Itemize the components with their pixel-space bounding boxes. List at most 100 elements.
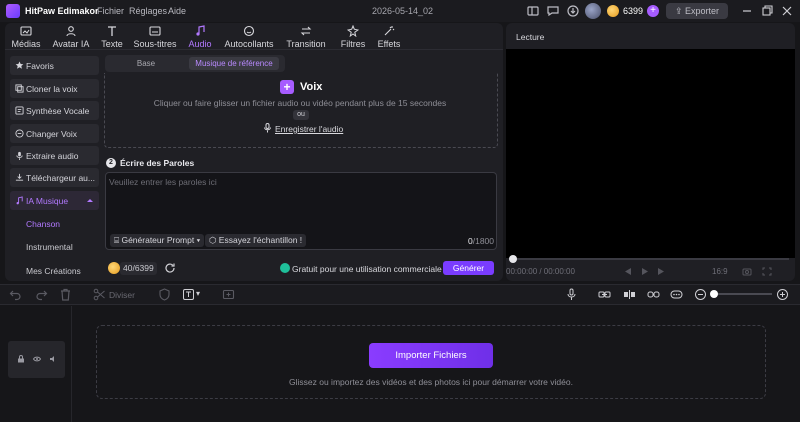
menu-aide[interactable]: Aide: [168, 6, 186, 16]
export-icon: ⇪: [674, 6, 686, 16]
commercial-check-icon: [280, 263, 290, 273]
aspect-ratio[interactable]: 16:9: [712, 267, 728, 276]
tab-filtres[interactable]: Filtres: [338, 23, 368, 50]
lyrics-title: Écrire des Paroles: [120, 158, 195, 168]
prev-frame-icon[interactable]: [622, 267, 632, 276]
export-button[interactable]: ⇪ Exporter: [666, 3, 728, 19]
sidebar-item-favoris[interactable]: Favoris: [10, 56, 99, 75]
sidebar-item-extraire-audio[interactable]: Extraire audio: [10, 146, 99, 165]
step-number: 2: [106, 158, 116, 168]
playback-time: 00:00:00 / 00:00:00: [506, 267, 575, 276]
close-icon[interactable]: [780, 4, 794, 18]
screenshot-icon[interactable]: [742, 267, 752, 276]
sidebar-item-cloner-voix[interactable]: Cloner la voix: [10, 79, 99, 98]
zoom-slider-knob[interactable]: [710, 290, 718, 298]
more-icon[interactable]: [670, 288, 683, 301]
link-icon[interactable]: [598, 288, 611, 301]
shield-icon[interactable]: [158, 288, 171, 301]
restore-icon[interactable]: [760, 4, 774, 18]
mode-segment: Base Musique de référence: [105, 55, 285, 72]
text-tool-dropdown[interactable]: ▾: [182, 288, 206, 301]
buy-credits-button[interactable]: +: [647, 5, 659, 17]
split-label[interactable]: Diviser: [109, 290, 135, 300]
feedback-icon[interactable]: [546, 4, 560, 18]
track-divider: [71, 306, 72, 422]
tab-avatar-ia[interactable]: Avatar IA: [51, 23, 91, 50]
microphone-icon: [264, 123, 271, 133]
preview-title: Lecture: [516, 32, 545, 42]
import-hint: Glissez ou importez des vidéos et des ph…: [289, 377, 573, 387]
playback-knob[interactable]: [509, 255, 517, 263]
chevron-down-icon: ▾: [196, 289, 201, 298]
clone-icon: [15, 84, 24, 93]
sidebar-item-changer-voix[interactable]: Changer Voix: [10, 124, 99, 143]
ai-music-icon: [16, 196, 23, 205]
tab-texte[interactable]: Texte: [98, 23, 126, 50]
sidebar-subitem-instrumental[interactable]: Instrumental: [26, 242, 73, 252]
tab-effets[interactable]: Effets: [375, 23, 403, 50]
zoom-in-icon[interactable]: [776, 288, 789, 301]
user-avatar[interactable]: [585, 3, 601, 19]
tab-medias[interactable]: Médias: [9, 23, 43, 50]
undo-icon[interactable]: [9, 288, 22, 301]
char-counter: 0/1800: [468, 236, 495, 246]
zoom-slider-track[interactable]: [712, 293, 772, 295]
record-voice-icon[interactable]: [565, 288, 578, 301]
sidebar-item-synthese-vocale[interactable]: Synthèse Vocale: [10, 101, 99, 120]
play-icon[interactable]: [640, 267, 650, 276]
split-icon[interactable]: [93, 288, 106, 301]
app-title: HitPaw Edimakor: [25, 6, 99, 16]
voice-changer-icon: [15, 129, 24, 138]
avatar-icon: [66, 26, 76, 37]
tab-sous-titres[interactable]: Sous-titres: [132, 23, 178, 50]
add-voice-icon[interactable]: +: [280, 80, 294, 94]
track-lock-icon[interactable]: [17, 355, 25, 363]
or-separator: ou: [293, 110, 309, 120]
next-frame-icon[interactable]: [657, 267, 667, 276]
preview-panel: Lecture: [506, 23, 795, 281]
effects-icon: [384, 26, 395, 36]
coin-icon: [108, 262, 120, 274]
segment-base[interactable]: Base: [107, 57, 185, 70]
fullscreen-icon[interactable]: [762, 267, 772, 276]
import-files-button[interactable]: Importer Fichiers: [369, 343, 493, 368]
record-audio-link[interactable]: Enregistrer l'audio: [275, 124, 343, 134]
generate-button[interactable]: Générer: [443, 261, 494, 275]
tab-audio[interactable]: Audio: [185, 23, 215, 50]
segment-musique-reference[interactable]: Musique de référence: [189, 57, 279, 70]
prompt-generator-button[interactable]: ⌸ Générateur Prompt ▾: [110, 234, 205, 247]
subtitles-icon: [149, 26, 161, 36]
voice-title: Voix: [300, 81, 323, 93]
track-audio-icon[interactable]: [49, 355, 57, 363]
playback-track[interactable]: [512, 258, 789, 260]
menu-fichier[interactable]: Fichier: [97, 6, 124, 16]
delete-icon[interactable]: [59, 288, 72, 301]
tab-autocollants[interactable]: Autocollants: [223, 23, 275, 50]
sidebar-item-telechargeur[interactable]: Téléchargeur au...: [10, 168, 99, 187]
refresh-icon[interactable]: [164, 262, 176, 274]
try-sample-button[interactable]: ⬡ Essayez l'échantillon !: [205, 234, 307, 247]
unlink-icon[interactable]: [647, 288, 660, 301]
add-media-icon[interactable]: [222, 288, 235, 301]
menu-reglages[interactable]: Réglages: [129, 6, 167, 16]
track-visibility-icon[interactable]: [33, 355, 41, 363]
sample-icon: ⬡: [209, 235, 219, 245]
commercial-note: Gratuit pour une utilisation commerciale: [292, 264, 442, 274]
minimize-icon[interactable]: [740, 4, 754, 18]
sidebar-item-ia-musique[interactable]: IA Musique: [10, 191, 99, 210]
layout-icon[interactable]: [526, 4, 540, 18]
zoom-out-icon[interactable]: [694, 288, 707, 301]
text-icon: [108, 26, 116, 36]
transition-icon: [300, 26, 312, 36]
download-icon: [15, 173, 24, 181]
sidebar-subitem-mes-creations[interactable]: Mes Créations: [26, 266, 81, 276]
snap-icon[interactable]: [623, 288, 636, 301]
music-note-icon: [196, 25, 205, 36]
track-header: [8, 341, 65, 378]
sidebar-subitem-chanson[interactable]: Chanson: [26, 219, 60, 229]
download-update-icon[interactable]: [566, 4, 580, 18]
dropzone-hint: Cliquer ou faire glisser un fichier audi…: [153, 98, 447, 108]
redo-icon[interactable]: [35, 288, 48, 301]
tab-transition[interactable]: Transition: [285, 23, 327, 50]
media-icon: [20, 26, 32, 36]
